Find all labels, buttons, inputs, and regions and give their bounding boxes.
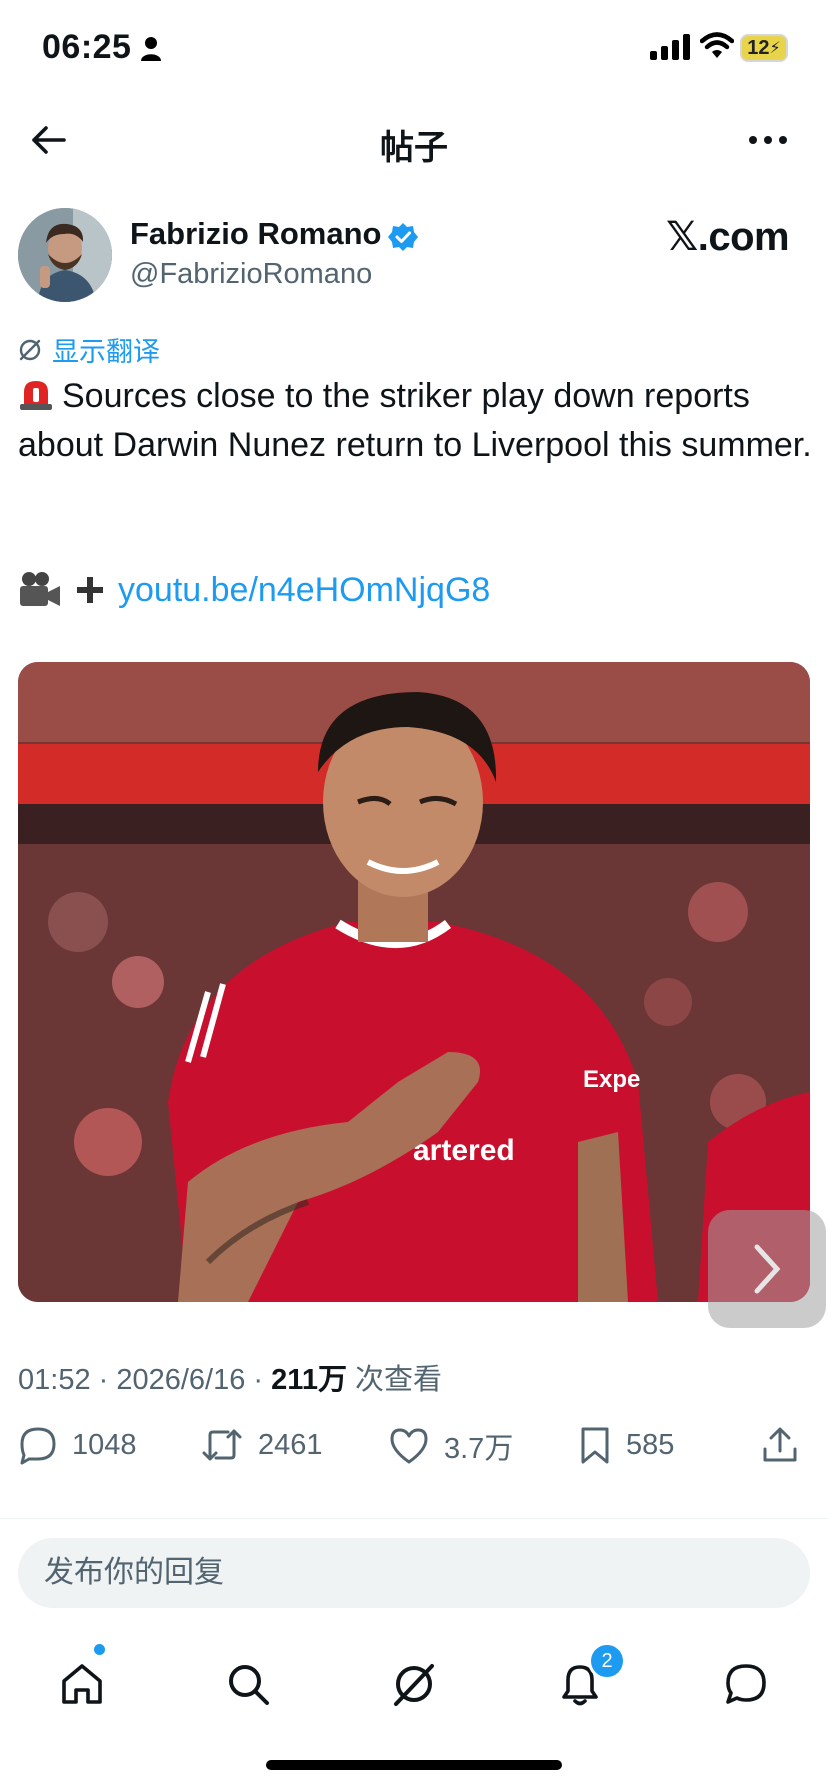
page-title: 帖子 — [380, 129, 448, 167]
bookmark-button[interactable]: 585 — [578, 1425, 674, 1465]
repost-icon — [202, 1429, 242, 1461]
author-name[interactable]: Fabrizio Romano — [130, 216, 381, 252]
chat-bubble-icon — [726, 1664, 766, 1704]
siren-icon — [20, 381, 52, 410]
nav-search[interactable] — [212, 1648, 284, 1720]
divider — [0, 1518, 828, 1519]
wifi-icon — [700, 32, 734, 58]
video-camera-icon — [20, 572, 60, 606]
x-logo: 𝕏.com — [666, 215, 790, 259]
tweet-text: Sources close to the striker play down r… — [18, 372, 818, 470]
jersey-sleeve-sponsor: Expe — [583, 1066, 640, 1093]
reply-input[interactable] — [18, 1538, 810, 1608]
grok-icon — [19, 339, 41, 360]
show-translation-label: 显示翻译 — [52, 337, 160, 367]
avatar[interactable] — [18, 208, 112, 302]
tweet-body: Sources close to the striker play down r… — [18, 377, 812, 464]
plus-icon — [77, 577, 103, 603]
nav-messages[interactable] — [710, 1648, 782, 1720]
meta-separator: · — [90, 1364, 117, 1396]
player-photo: artered Expe — [18, 662, 810, 1302]
person-icon — [141, 37, 161, 61]
tweet-link[interactable]: youtu.be/n4eHOmNjqG8 — [118, 571, 490, 610]
share-button[interactable] — [760, 1425, 800, 1465]
nav-home[interactable] — [46, 1648, 118, 1720]
view-count: 211万 — [271, 1364, 347, 1396]
repost-button[interactable]: 2461 — [200, 1425, 323, 1465]
signal-icon — [650, 34, 690, 60]
bookmark-count: 585 — [626, 1428, 675, 1461]
chevron-right-icon — [754, 1244, 781, 1294]
view-label: 次查看 — [346, 1364, 443, 1396]
status-time: 06:25 — [42, 28, 132, 66]
repost-count: 2461 — [258, 1428, 323, 1461]
reply-count: 1048 — [72, 1428, 137, 1461]
notification-badge: 2 — [588, 1642, 626, 1680]
battery-level: 12 — [747, 36, 770, 59]
charging-icon: ⚡ — [769, 40, 781, 57]
bookmark-icon — [581, 1427, 609, 1464]
home-indicator — [266, 1760, 562, 1770]
meta-separator: · — [245, 1364, 272, 1396]
tweet-date: 2026/6/16 — [116, 1364, 246, 1396]
more-options-button[interactable] — [740, 118, 796, 162]
jersey-sponsor: artered — [413, 1134, 515, 1167]
like-count: 3.7万 — [444, 1433, 514, 1465]
tweet-time: 01:52 — [18, 1364, 91, 1396]
home-unread-dot — [94, 1644, 105, 1655]
search-icon — [229, 1665, 269, 1705]
like-button[interactable]: 3.7万 — [388, 1425, 513, 1467]
nav-grok[interactable] — [378, 1648, 450, 1720]
battery-indicator: 12 ⚡ — [740, 34, 788, 62]
tweet-link-row: youtu.be/n4eHOmNjqG8 — [18, 570, 490, 610]
author-handle[interactable]: @FabrizioRomano — [130, 258, 372, 291]
reply-icon — [20, 1427, 56, 1465]
verified-badge-icon — [388, 223, 418, 251]
next-image-button[interactable] — [708, 1210, 826, 1328]
avatar-photo — [18, 208, 112, 302]
heart-icon — [390, 1428, 428, 1464]
reply-button[interactable]: 1048 — [18, 1425, 137, 1465]
tweet-image[interactable]: artered Expe — [18, 662, 810, 1302]
grok-icon — [394, 1664, 434, 1706]
show-translation-link[interactable]: 显示翻译 — [18, 330, 160, 369]
home-icon — [62, 1664, 102, 1704]
tweet-meta: 01:52 · 2026/6/16 · 211万 次查看 — [18, 1356, 442, 1398]
more-icon — [749, 136, 787, 144]
share-icon — [763, 1427, 797, 1462]
